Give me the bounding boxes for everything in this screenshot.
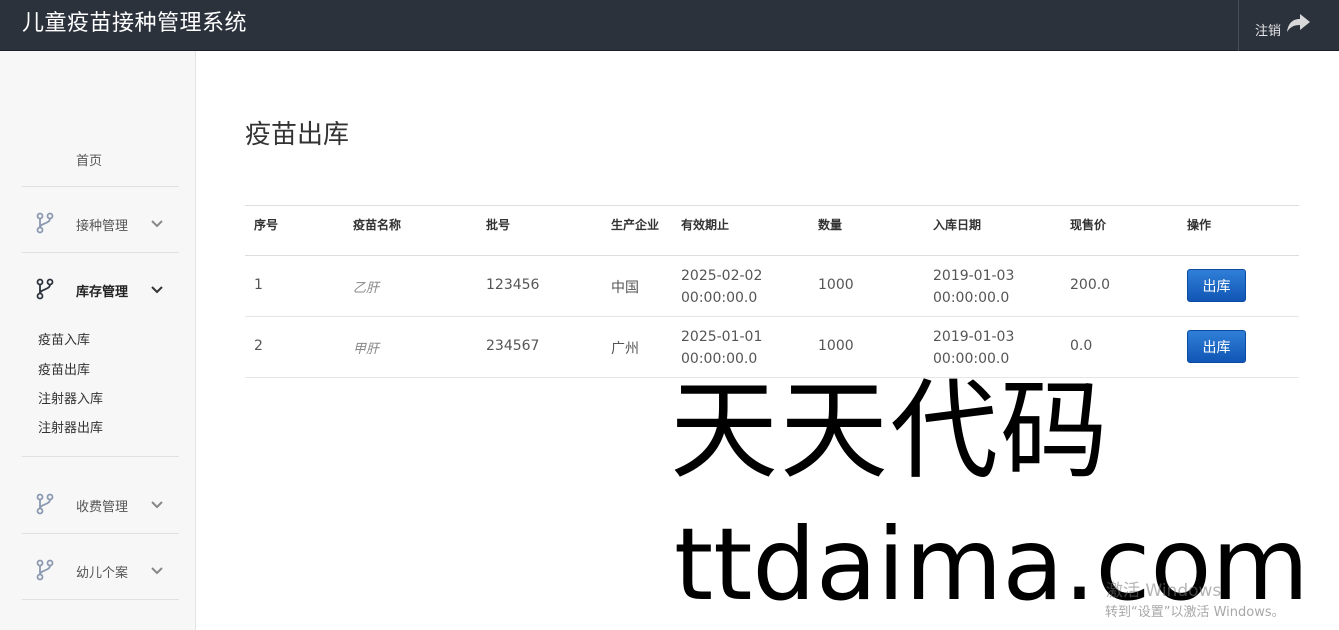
sidebar-item-label: 库存管理 [76,285,129,300]
column-header: 数量 [818,218,843,232]
app-title: 儿童疫苗接种管理系统 [22,11,248,36]
sidebar-item-child-records[interactable]: 幼儿个案 [22,556,179,586]
sidebar-item-label: 接种管理 [76,219,129,234]
logout-label: 注销 [1255,24,1282,39]
cell-expiry: 2025-02-02 00:00:00.0 [681,265,762,309]
sidebar-divider [22,186,179,187]
chevron-down-icon [151,567,163,575]
cell-expiry: 2025-01-01 00:00:00.0 [681,326,762,370]
cell-in-date: 2019-01-03 00:00:00.0 [933,326,1014,370]
column-header: 序号 [254,218,279,232]
branch-icon [36,493,54,515]
cell-price: 200.0 [1070,277,1111,293]
page-title: 疫苗出库 [245,120,350,150]
column-header: 有效期止 [681,218,730,232]
cell-qty: 1000 [818,338,854,354]
sidebar-divider [22,599,179,600]
share-arrow-icon [1287,14,1310,32]
logout-button[interactable]: 注销 [1238,0,1339,51]
column-header: 入库日期 [933,218,982,232]
chevron-down-icon [151,501,163,509]
branch-icon [36,212,54,234]
column-header: 疫苗名称 [353,218,402,232]
sidebar-subitem-vaccine-in[interactable]: 疫苗入库 [38,329,90,348]
vaccine-out-table: 序号 疫苗名称 批号 生产企业 有效期止 数量 入库日期 现售价 操作 1 乙肝… [245,205,1299,378]
sidebar-divider [22,456,179,457]
top-navbar: 儿童疫苗接种管理系统 注销 [0,0,1339,51]
windows-activation-title: 激活 Windows [1106,581,1222,601]
branch-icon [36,278,54,300]
column-header: 现售价 [1070,218,1107,232]
sidebar-item-vaccination[interactable]: 接种管理 [22,209,179,239]
sidebar-divider [22,252,179,253]
sidebar-subitem-syringe-in[interactable]: 注射器入库 [38,388,103,407]
cell-expiry-time: 00:00:00.0 [681,351,758,367]
sidebar-subitem-vaccine-out[interactable]: 疫苗出库 [38,359,90,378]
stock-out-button[interactable]: 出库 [1187,269,1246,302]
branch-icon [36,559,54,581]
sidebar-subitem-syringe-out[interactable]: 注射器出库 [38,417,103,436]
table-header: 序号 疫苗名称 批号 生产企业 有效期止 数量 入库日期 现售价 操作 [245,206,1299,256]
chevron-down-icon [151,220,163,228]
column-header: 生产企业 [611,218,660,232]
cell-in-date-day: 2019-01-03 [933,329,1015,345]
watermark-cn: 天天代码 [670,369,1111,494]
cell-expiry-date: 2025-01-01 [681,329,763,345]
cell-expiry-time: 00:00:00.0 [681,290,758,306]
sidebar-item-label: 收费管理 [76,500,129,515]
cell-seq: 1 [254,277,263,293]
cell-in-date-day: 2019-01-03 [933,268,1015,284]
cell-maker: 中国 [611,280,639,296]
column-header: 批号 [486,218,511,232]
sidebar-item-home[interactable]: 首页 [76,150,102,169]
table-row: 1 乙肝 123456 中国 2025-02-02 00:00:00.0 100… [245,256,1299,317]
cell-in-date-time: 00:00:00.0 [933,351,1010,367]
sidebar-item-label: 幼儿个案 [76,566,129,581]
cell-expiry-date: 2025-02-02 [681,268,763,284]
cell-batch: 123456 [486,277,540,293]
cell-in-date-time: 00:00:00.0 [933,290,1010,306]
sidebar-item-inventory[interactable]: 库存管理 [22,275,179,305]
cell-seq: 2 [254,338,263,354]
cell-batch: 234567 [486,338,540,354]
cell-price: 0.0 [1070,338,1093,354]
sidebar: 首页 接种管理 库存管理 疫苗入库 疫苗出库 注射器入库 注射器出库 收费管理 … [0,51,196,630]
cell-vaccine-name: 乙肝 [353,281,380,296]
column-header: 操作 [1187,218,1212,232]
cell-in-date: 2019-01-03 00:00:00.0 [933,265,1014,309]
cell-qty: 1000 [818,277,854,293]
chevron-down-icon [151,286,163,294]
windows-activation-hint: 转到“设置”以激活 Windows。 [1105,605,1285,620]
cell-maker: 广州 [611,341,639,357]
cell-vaccine-name: 甲肝 [353,342,380,357]
stock-out-button[interactable]: 出库 [1187,330,1246,363]
sidebar-divider [22,533,179,534]
sidebar-item-billing[interactable]: 收费管理 [22,490,179,520]
